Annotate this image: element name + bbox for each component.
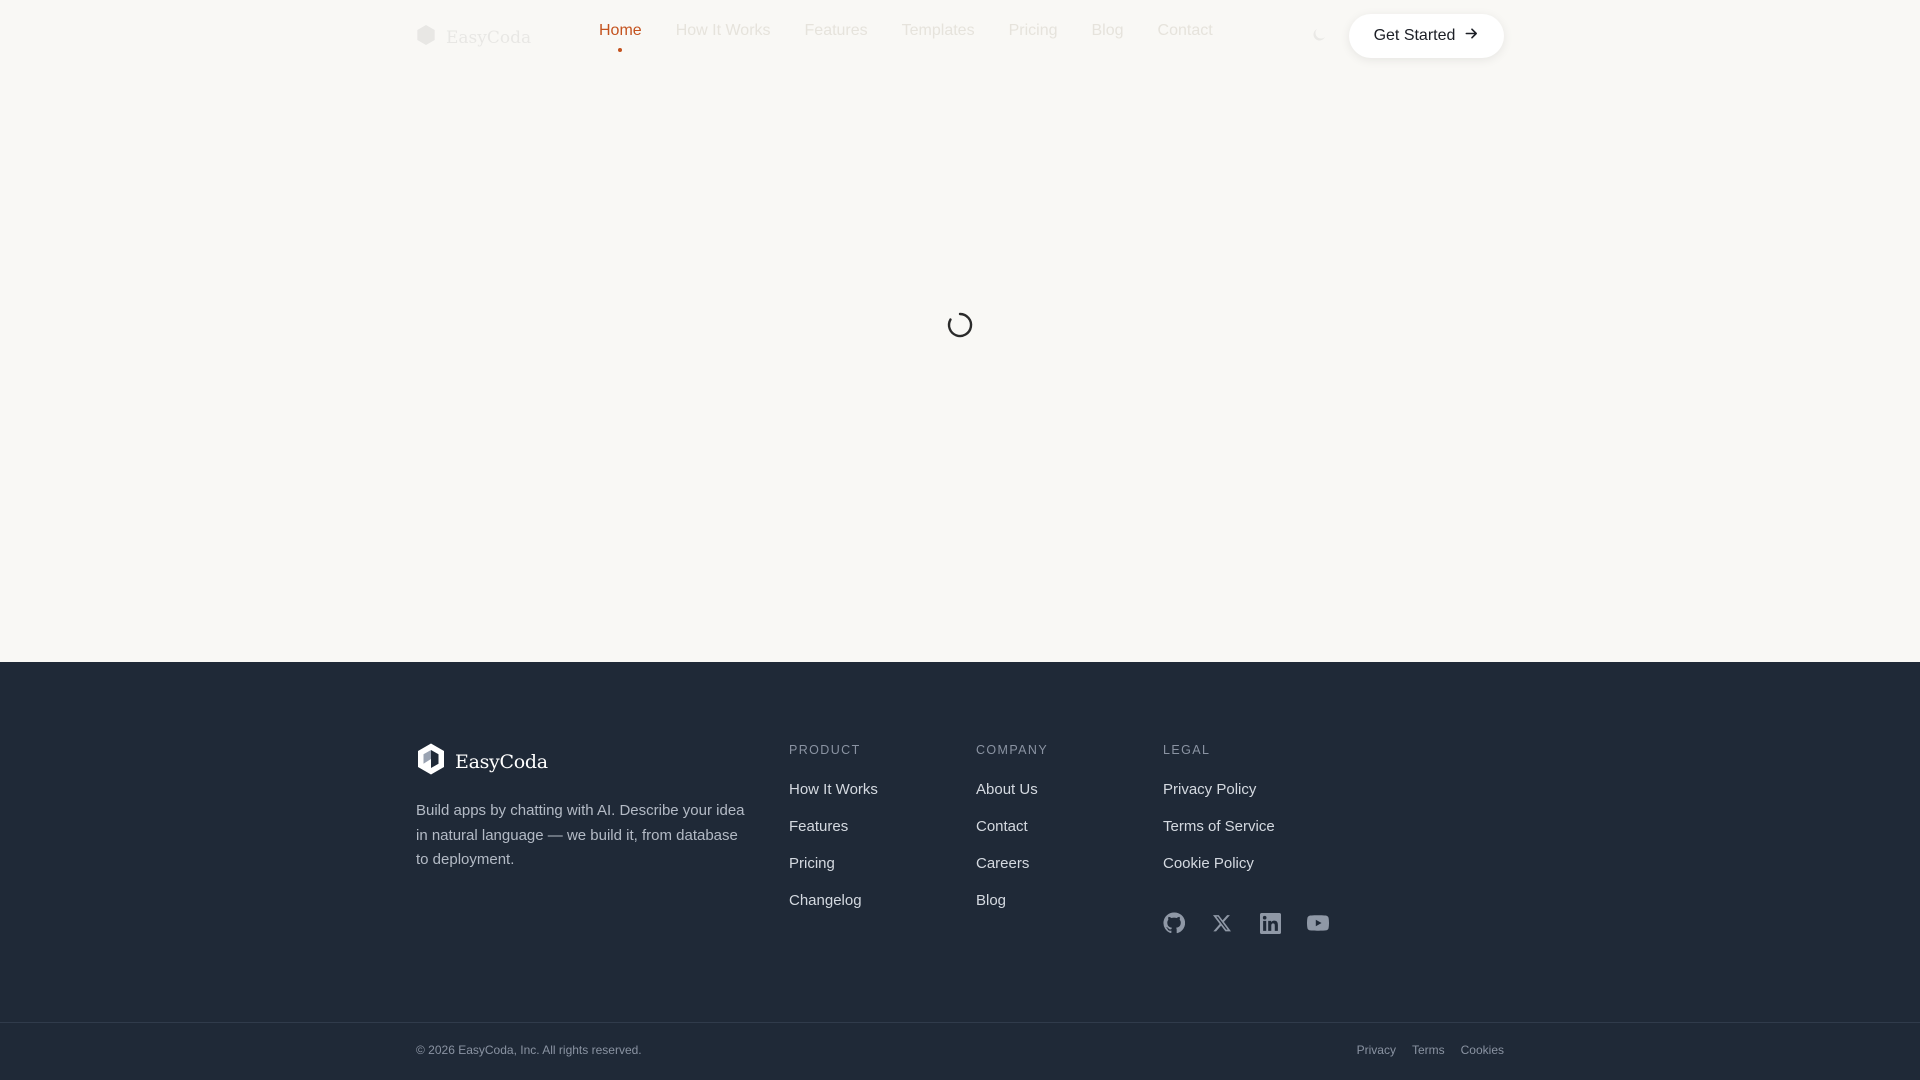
footer-column-title: COMPANY	[976, 743, 1049, 757]
theme-toggle-moon-icon[interactable]	[1310, 26, 1328, 44]
footer-link-terms-of-service[interactable]: Terms of Service	[1163, 816, 1275, 837]
bottom-link-terms[interactable]: Terms	[1412, 1043, 1445, 1057]
footer-column-company: COMPANY About Us Contact Careers Blog	[976, 742, 1048, 911]
nav-item-label: Features	[804, 22, 868, 39]
social-links	[1162, 911, 1330, 935]
footer-link-privacy-policy[interactable]: Privacy Policy	[1163, 779, 1275, 800]
nav-item-label: Blog	[1091, 22, 1124, 39]
github-icon[interactable]	[1162, 911, 1186, 935]
footer-link-blog[interactable]: Blog	[976, 890, 1048, 911]
footer-brand-description: Build apps by chatting with AI. Describe…	[416, 802, 745, 868]
arrow-right-icon	[1464, 26, 1479, 46]
main-nav: Home How It Works Features Templates Pri…	[599, 22, 1213, 52]
footer-column-title: LEGAL	[1163, 743, 1211, 757]
linkedin-icon[interactable]	[1258, 911, 1282, 935]
footer-brand: EasyCoda Build apps by chatting with AI.…	[416, 742, 746, 873]
logo-text: EasyCoda	[446, 27, 532, 48]
nav-item-label: Pricing	[1008, 22, 1058, 39]
nav-item-features[interactable]: Features	[805, 22, 868, 40]
nav-item-home[interactable]: Home	[599, 22, 642, 52]
footer-logo[interactable]: EasyCoda	[416, 742, 746, 781]
footer-link-changelog[interactable]: Changelog	[789, 890, 878, 911]
footer-column-product: PRODUCT How It Works Features Pricing Ch…	[789, 742, 878, 911]
site-footer: EasyCoda Build apps by chatting with AI.…	[0, 662, 1920, 1080]
logo-icon	[416, 742, 446, 781]
x-icon[interactable]	[1210, 911, 1234, 935]
copyright-text: © 2026 EasyCoda, Inc. All rights reserve…	[416, 1043, 642, 1057]
get-started-label: Get Started	[1373, 27, 1456, 44]
footer-link-about-us[interactable]: About Us	[976, 779, 1048, 800]
bottom-link-cookies[interactable]: Cookies	[1461, 1043, 1504, 1057]
loading-spinner-icon	[946, 311, 974, 339]
footer-divider	[0, 1022, 1920, 1023]
get-started-button[interactable]: Get Started	[1349, 14, 1504, 58]
logo-icon	[416, 24, 436, 51]
nav-item-label: How It Works	[675, 22, 771, 39]
nav-item-how-it-works[interactable]: How It Works	[676, 22, 771, 40]
nav-item-contact[interactable]: Contact	[1158, 22, 1213, 40]
nav-item-label: Templates	[901, 22, 975, 39]
header-logo[interactable]: EasyCoda	[416, 24, 531, 51]
footer-column-title: PRODUCT	[789, 743, 861, 757]
nav-item-pricing[interactable]: Pricing	[1009, 22, 1058, 40]
footer-link-how-it-works[interactable]: How It Works	[789, 779, 878, 800]
footer-brand-name: EasyCoda	[455, 750, 548, 773]
nav-item-templates[interactable]: Templates	[902, 22, 975, 40]
active-indicator-dot	[618, 48, 623, 52]
nav-item-label: Home	[599, 22, 642, 39]
bottom-link-privacy[interactable]: Privacy	[1357, 1043, 1396, 1057]
footer-column-legal: LEGAL Privacy Policy Terms of Service Co…	[1163, 742, 1275, 874]
footer-link-features[interactable]: Features	[789, 816, 878, 837]
footer-link-contact[interactable]: Contact	[976, 816, 1048, 837]
site-header: EasyCoda Home How It Works Features Temp…	[0, 0, 1920, 72]
footer-link-careers[interactable]: Careers	[976, 853, 1048, 874]
footer-bottom-links: Privacy Terms Cookies	[1357, 1043, 1504, 1057]
footer-link-cookie-policy[interactable]: Cookie Policy	[1163, 853, 1275, 874]
youtube-icon[interactable]	[1306, 911, 1330, 935]
footer-link-pricing[interactable]: Pricing	[789, 853, 878, 874]
nav-item-blog[interactable]: Blog	[1091, 22, 1123, 40]
nav-item-label: Contact	[1157, 22, 1213, 39]
